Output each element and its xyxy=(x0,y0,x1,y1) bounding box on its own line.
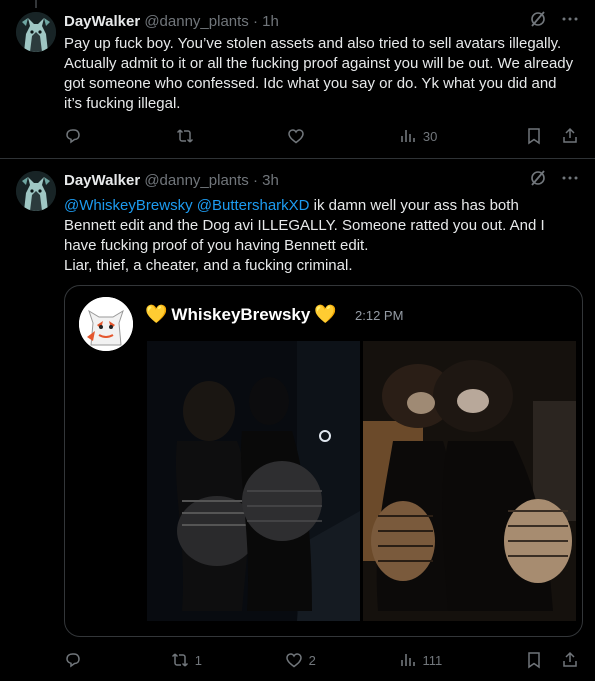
more-dots-icon[interactable] xyxy=(561,10,579,34)
reply-button[interactable] xyxy=(64,127,88,145)
tweet-2[interactable]: DayWalker @danny_plants · 3h @WhiskeyBre… xyxy=(0,159,595,681)
timestamp[interactable]: 1h xyxy=(262,13,279,30)
user-handle[interactable]: @danny_plants xyxy=(144,13,248,30)
tweet-actions: 1 2 111 xyxy=(64,650,579,670)
yellow-heart-icon: 💛 xyxy=(145,304,168,324)
retweet-button[interactable] xyxy=(176,127,200,145)
view-count: 111 xyxy=(422,652,443,668)
user-handle[interactable]: @danny_plants xyxy=(144,172,248,189)
like-button[interactable]: 2 xyxy=(285,651,316,669)
tweet-text-segment: ik damn well your ass has both xyxy=(309,197,519,214)
tweet-text-segment: have fucking proof of you having Bennett… xyxy=(64,237,369,254)
share-button[interactable] xyxy=(561,127,579,145)
views-icon xyxy=(400,654,415,666)
bookmark-button[interactable] xyxy=(525,127,543,145)
reply-icon xyxy=(66,653,80,668)
photo-right xyxy=(363,341,576,621)
avatar[interactable] xyxy=(16,171,56,211)
retweet-button[interactable]: 1 xyxy=(171,651,202,669)
like-icon xyxy=(285,653,302,668)
bookmark-button[interactable] xyxy=(525,651,543,669)
reply-button[interactable] xyxy=(64,651,88,669)
like-icon xyxy=(288,129,305,144)
bookmark-icon xyxy=(528,652,540,669)
mention-link[interactable]: @WhiskeyBrewsky xyxy=(64,197,193,214)
views-icon xyxy=(401,130,415,142)
yellow-heart-icon: 💛 xyxy=(314,304,337,324)
tweet-text-segment: Liar, thief, a cheater, and a fucking cr… xyxy=(64,257,353,274)
tweet-header: DayWalker @danny_plants · 1h xyxy=(64,10,579,34)
photo-left xyxy=(147,341,360,621)
retweet-icon xyxy=(176,129,193,143)
reply-icon xyxy=(66,129,80,144)
card-avatar xyxy=(79,297,133,351)
more-dots-icon[interactable] xyxy=(561,169,579,193)
share-icon xyxy=(563,127,577,143)
separator-dot: · xyxy=(252,172,258,189)
tweet-1[interactable]: DayWalker @danny_plants · 1h Pay up fuck… xyxy=(0,0,595,159)
mention-link[interactable]: @ButtersharkXD xyxy=(197,197,310,214)
display-name[interactable]: DayWalker xyxy=(64,172,140,189)
avatar-image xyxy=(16,12,56,52)
bookmark-icon xyxy=(528,128,540,145)
view-count: 30 xyxy=(422,128,438,144)
tweet-actions: 30 xyxy=(64,126,579,146)
like-button[interactable] xyxy=(287,127,311,145)
tweet-header: DayWalker @danny_plants · 3h xyxy=(64,169,579,193)
share-button[interactable] xyxy=(561,651,579,669)
retweet-count: 1 xyxy=(194,652,202,668)
card-username-text: WhiskeyBrewsky xyxy=(171,304,311,324)
like-count: 2 xyxy=(308,652,316,668)
avatar[interactable] xyxy=(16,12,56,52)
card-username: 💛 WhiskeyBrewsky 💛 xyxy=(145,304,337,325)
tweet-text: @WhiskeyBrewsky @ButtersharkXD ik damn w… xyxy=(64,196,575,276)
timestamp[interactable]: 3h xyxy=(262,172,279,189)
grok-slash-icon[interactable] xyxy=(529,10,547,34)
views-button[interactable]: 111 xyxy=(399,651,443,669)
grok-slash-icon[interactable] xyxy=(529,169,547,193)
views-button[interactable]: 30 xyxy=(399,127,437,145)
tweet-text-segment: Bennett edit and the Dog avi ILLEGALLY. … xyxy=(64,217,545,234)
card-timestamp: 2:12 PM xyxy=(355,308,404,323)
display-name[interactable]: DayWalker xyxy=(64,13,140,30)
separator-dot: · xyxy=(252,13,258,30)
media-image[interactable]: 💛 WhiskeyBrewsky 💛 2:12 PM xyxy=(64,285,583,637)
tweet-text: Pay up fuck boy. You’ve stolen assets an… xyxy=(64,35,574,112)
avatar-image xyxy=(16,171,56,211)
retweet-icon xyxy=(171,653,188,667)
share-icon xyxy=(563,651,577,667)
